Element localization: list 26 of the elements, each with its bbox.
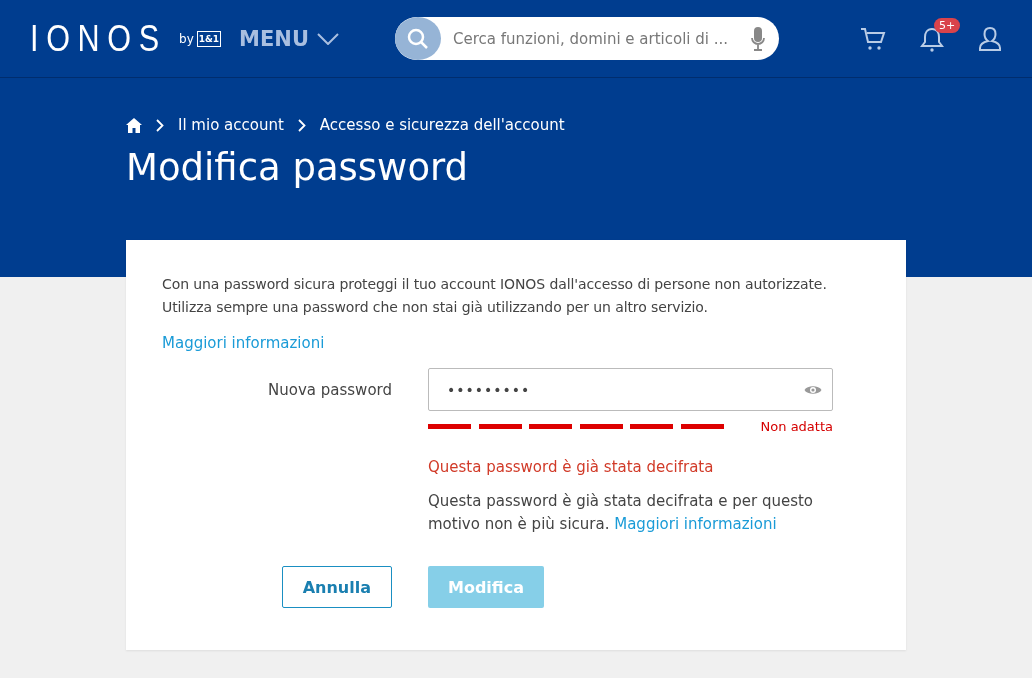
intro-text: Con una password sicura proteggi il tuo account IONOS dall'accesso di persone non autorizzate. [162, 275, 828, 294]
microphone-icon[interactable] [751, 26, 765, 51]
logo-by: by [179, 31, 194, 46]
menu-button[interactable]: MENU [239, 26, 339, 51]
breadcrumb-link[interactable]: Accesso e sicurezza dell'account [319, 116, 565, 134]
password-box[interactable]: ••••••••• [428, 368, 833, 411]
chevron-right-icon [156, 118, 164, 132]
chevron-right-icon [297, 118, 306, 132]
search-bar[interactable]: Cerca funzioni, domini e articoli di ... [395, 17, 779, 60]
search-icon[interactable] [395, 17, 441, 60]
eye-icon[interactable] [804, 383, 822, 396]
chevron-down-icon [317, 32, 339, 45]
user-icon[interactable] [978, 25, 1002, 52]
breadcrumb-link[interactable]: Il mio account [178, 116, 284, 134]
field-label: Nuova password [267, 380, 392, 399]
intro-text: Utilizza sempre una password che non stai già utilizzando per un altro servizio. [162, 298, 709, 317]
error-message: Questa password è già stata decifrata [428, 458, 715, 476]
cart-icon[interactable] [860, 26, 886, 51]
explanation-text: Questa password è già stata decifrata e per questo motivo non è più sicura. Maggiori informazioni [428, 491, 814, 535]
home-icon[interactable] [126, 117, 142, 133]
notification-badge: 5+ [934, 17, 961, 33]
strength-label: Non adatta [760, 419, 833, 434]
page-title: Modifica password [126, 146, 470, 189]
logo[interactable]: IONOS [30, 17, 167, 60]
logo-badge: 1&1 [196, 30, 222, 47]
cancel-button[interactable]: Annulla [281, 566, 392, 608]
